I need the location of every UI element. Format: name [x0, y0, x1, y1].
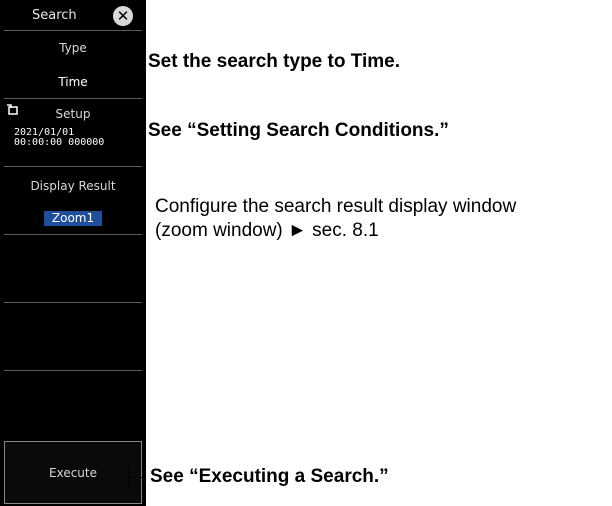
- setup-time: 00:00:00 000000: [14, 137, 105, 148]
- callout-line-setup: [128, 131, 145, 132]
- callout-execute: See “Executing a Search.”: [150, 466, 389, 487]
- execute-label: Execute: [49, 466, 97, 480]
- setup-softkey[interactable]: Setup 2021/01/01 00:00:00 000000: [4, 98, 142, 167]
- callout-line-display: [128, 209, 146, 210]
- empty-softkey-2: [4, 302, 142, 371]
- menu-header: Search ✕: [0, 0, 146, 30]
- callout-line-execute: [128, 477, 146, 478]
- callout-display-line1: Configure the search result display wind…: [155, 196, 517, 217]
- setup-label: Setup: [55, 107, 91, 121]
- menu-title: Search: [32, 8, 77, 23]
- callout-display-line2: (zoom window) ► sec. 8.1: [155, 220, 379, 241]
- display-result-value: Zoom1: [44, 211, 102, 226]
- callout-setup: See “Setting Search Conditions.”: [148, 120, 449, 141]
- close-icon[interactable]: ✕: [113, 6, 133, 26]
- empty-softkey-3: [4, 370, 142, 439]
- type-label: Type: [59, 41, 87, 55]
- type-softkey[interactable]: Type Time: [4, 30, 142, 99]
- execute-button[interactable]: Execute: [4, 441, 142, 504]
- display-result-softkey[interactable]: Display Result Zoom1: [4, 166, 142, 235]
- display-result-label: Display Result: [30, 179, 116, 193]
- callout-type: Set the search type to Time.: [148, 51, 401, 72]
- empty-softkey-1: [4, 234, 142, 303]
- search-menu-panel: Search ✕ Type Time Setup 2021/01/01 00:0…: [0, 0, 146, 506]
- callout-line-type: [128, 61, 145, 62]
- type-value: Time: [58, 75, 88, 89]
